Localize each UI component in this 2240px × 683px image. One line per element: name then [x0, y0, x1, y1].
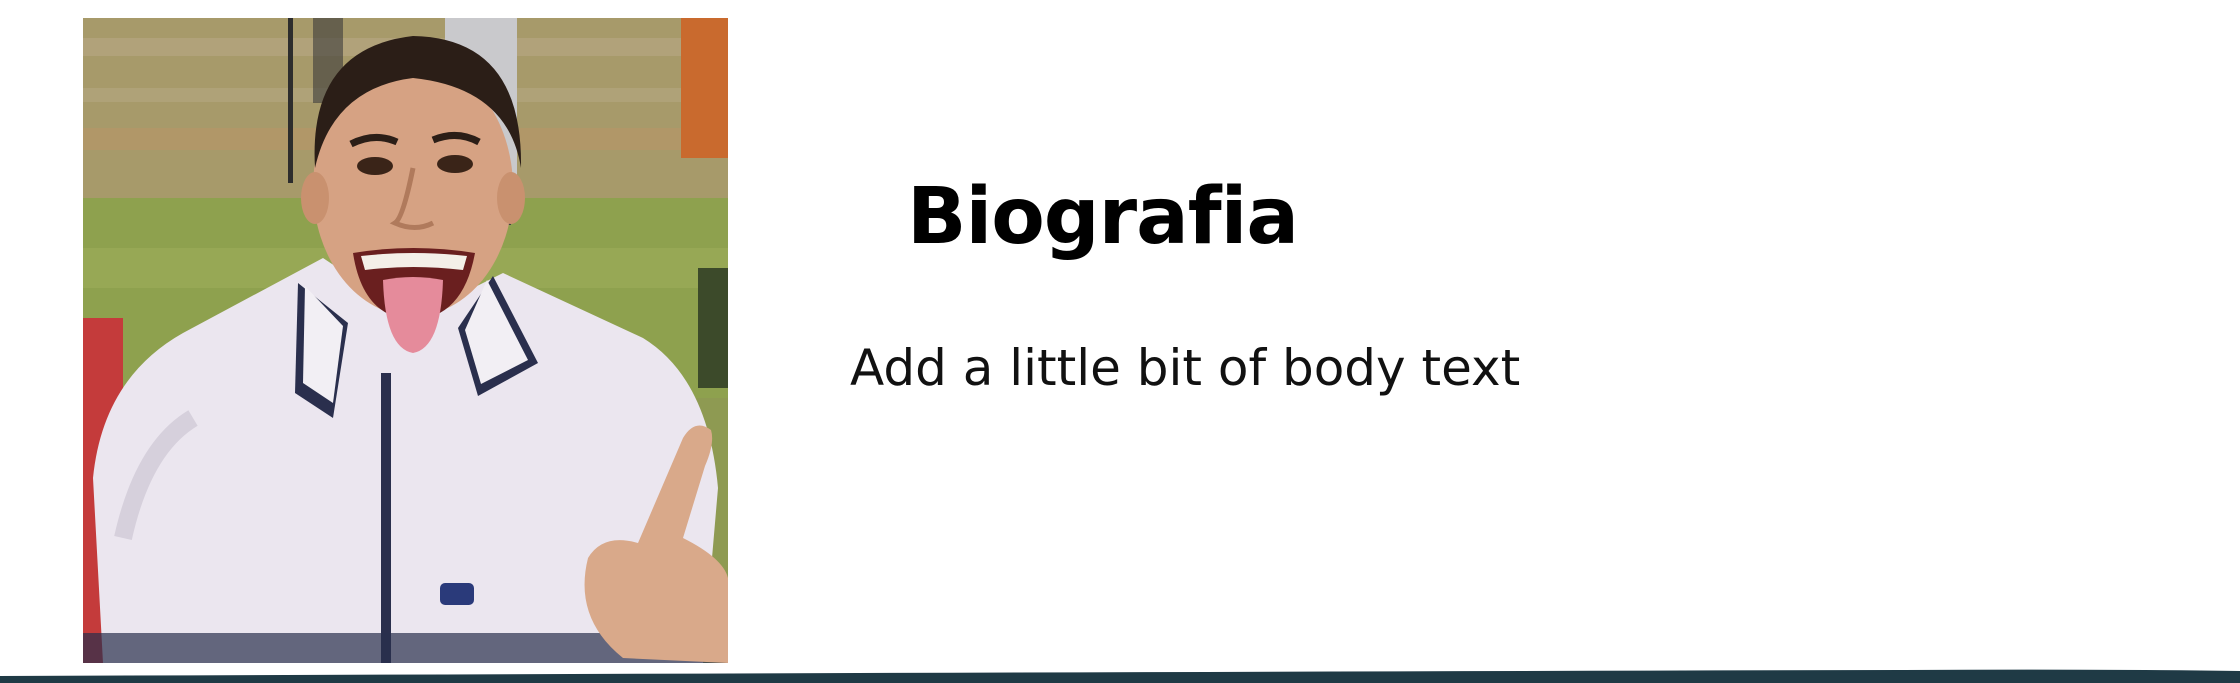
portrait-photo	[83, 18, 728, 663]
slide: Biografia Add a little bit of body text	[0, 0, 2240, 683]
portrait-image	[83, 18, 728, 663]
page-title: Biografia	[907, 172, 1299, 262]
body-text: Add a little bit of body text	[850, 339, 1521, 397]
footer-wave-band	[0, 666, 2240, 683]
